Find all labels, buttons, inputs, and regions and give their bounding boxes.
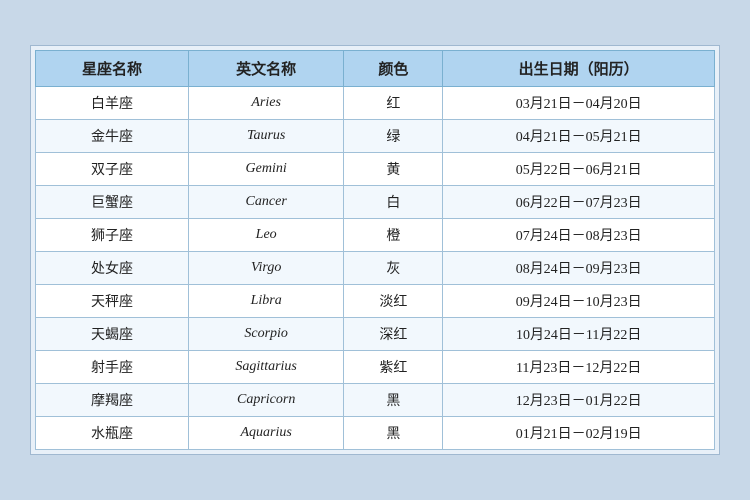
table-row: 天秤座Libra淡红09月24日－10月23日: [36, 285, 715, 318]
cell-chinese: 处女座: [36, 252, 189, 285]
header-dates: 出生日期（阳历）: [443, 51, 715, 87]
cell-dates: 11月23日－12月22日: [443, 351, 715, 384]
cell-english: Aquarius: [188, 417, 344, 450]
cell-english: Libra: [188, 285, 344, 318]
table-body: 白羊座Aries红03月21日－04月20日金牛座Taurus绿04月21日－0…: [36, 87, 715, 450]
header-chinese: 星座名称: [36, 51, 189, 87]
table-row: 双子座Gemini黄05月22日－06月21日: [36, 153, 715, 186]
table-container: 星座名称 英文名称 颜色 出生日期（阳历） 白羊座Aries红03月21日－04…: [30, 45, 720, 455]
zodiac-table: 星座名称 英文名称 颜色 出生日期（阳历） 白羊座Aries红03月21日－04…: [35, 50, 715, 450]
table-row: 水瓶座Aquarius黑01月21日－02月19日: [36, 417, 715, 450]
cell-chinese: 射手座: [36, 351, 189, 384]
cell-english: Capricorn: [188, 384, 344, 417]
cell-color: 绿: [344, 120, 443, 153]
header-color: 颜色: [344, 51, 443, 87]
cell-chinese: 水瓶座: [36, 417, 189, 450]
cell-color: 红: [344, 87, 443, 120]
cell-chinese: 白羊座: [36, 87, 189, 120]
cell-dates: 10月24日－11月22日: [443, 318, 715, 351]
cell-english: Sagittarius: [188, 351, 344, 384]
cell-dates: 07月24日－08月23日: [443, 219, 715, 252]
cell-chinese: 双子座: [36, 153, 189, 186]
cell-chinese: 金牛座: [36, 120, 189, 153]
cell-chinese: 摩羯座: [36, 384, 189, 417]
table-header-row: 星座名称 英文名称 颜色 出生日期（阳历）: [36, 51, 715, 87]
cell-color: 紫红: [344, 351, 443, 384]
cell-english: Scorpio: [188, 318, 344, 351]
cell-english: Virgo: [188, 252, 344, 285]
cell-color: 灰: [344, 252, 443, 285]
table-row: 射手座Sagittarius紫红11月23日－12月22日: [36, 351, 715, 384]
table-row: 天蝎座Scorpio深红10月24日－11月22日: [36, 318, 715, 351]
cell-dates: 06月22日－07月23日: [443, 186, 715, 219]
cell-english: Taurus: [188, 120, 344, 153]
table-row: 金牛座Taurus绿04月21日－05月21日: [36, 120, 715, 153]
table-row: 摩羯座Capricorn黑12月23日－01月22日: [36, 384, 715, 417]
cell-color: 黑: [344, 384, 443, 417]
cell-english: Aries: [188, 87, 344, 120]
cell-color: 深红: [344, 318, 443, 351]
table-row: 白羊座Aries红03月21日－04月20日: [36, 87, 715, 120]
table-row: 处女座Virgo灰08月24日－09月23日: [36, 252, 715, 285]
cell-color: 黄: [344, 153, 443, 186]
cell-chinese: 狮子座: [36, 219, 189, 252]
cell-dates: 04月21日－05月21日: [443, 120, 715, 153]
cell-dates: 05月22日－06月21日: [443, 153, 715, 186]
cell-dates: 09月24日－10月23日: [443, 285, 715, 318]
cell-chinese: 天蝎座: [36, 318, 189, 351]
cell-dates: 01月21日－02月19日: [443, 417, 715, 450]
cell-color: 黑: [344, 417, 443, 450]
cell-dates: 03月21日－04月20日: [443, 87, 715, 120]
cell-chinese: 天秤座: [36, 285, 189, 318]
header-english: 英文名称: [188, 51, 344, 87]
cell-english: Gemini: [188, 153, 344, 186]
cell-chinese: 巨蟹座: [36, 186, 189, 219]
cell-color: 淡红: [344, 285, 443, 318]
cell-color: 橙: [344, 219, 443, 252]
table-row: 巨蟹座Cancer白06月22日－07月23日: [36, 186, 715, 219]
cell-dates: 12月23日－01月22日: [443, 384, 715, 417]
cell-dates: 08月24日－09月23日: [443, 252, 715, 285]
cell-color: 白: [344, 186, 443, 219]
cell-english: Cancer: [188, 186, 344, 219]
table-row: 狮子座Leo橙07月24日－08月23日: [36, 219, 715, 252]
cell-english: Leo: [188, 219, 344, 252]
